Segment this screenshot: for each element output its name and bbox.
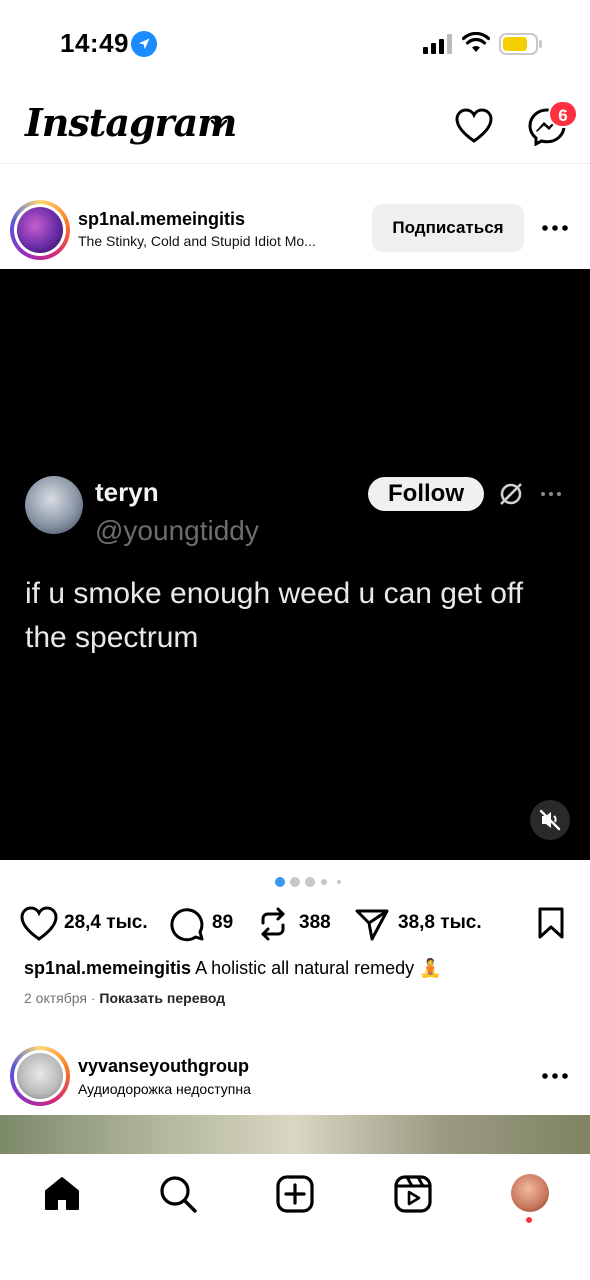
grok-icon [500, 483, 522, 505]
profile-notification-dot [526, 1217, 532, 1223]
likes-count[interactable]: 28,4 тыс. [64, 912, 148, 934]
tweet-handle: @youngtiddy [95, 515, 259, 546]
post-caption: sp1nal.memeingitis A holistic all natura… [24, 958, 574, 979]
post-meta: 2 октября · Показать перевод [24, 990, 225, 1006]
post-header: sp1nal.memeingitis The Stinky, Cold and … [0, 192, 590, 268]
post-subtitle[interactable]: The Stinky, Cold and Stupid Idiot Mo... [78, 233, 358, 249]
tweet-follow-label: Follow [368, 477, 484, 511]
avatar-2 [17, 1053, 63, 1099]
caption-text: A holistic all natural remedy 🧘 [195, 958, 442, 978]
follow-button[interactable]: Подписаться [372, 204, 524, 252]
status-bar: 14:49 [0, 0, 590, 90]
post-date: 2 октября [24, 990, 87, 1006]
battery-icon [499, 33, 542, 55]
post-actions: 28,4 тыс. 89 388 38,8 тыс. [0, 900, 590, 948]
mute-button[interactable] [530, 800, 570, 840]
notifications-badge: 6 [548, 100, 578, 128]
search-icon[interactable] [158, 1174, 198, 1214]
carousel-dot [337, 880, 341, 884]
bookmark-icon[interactable] [537, 906, 565, 940]
comment-icon[interactable] [169, 906, 205, 942]
wifi-icon [462, 32, 490, 52]
meta-separator: · [90, 990, 96, 1006]
instagram-logo[interactable]: Instagram [25, 100, 237, 145]
show-translation-link[interactable]: Показать перевод [99, 990, 225, 1006]
notifications-heart-icon[interactable] [455, 108, 493, 144]
status-time: 14:49 [60, 28, 129, 58]
story-ring[interactable] [10, 200, 70, 260]
tweet-name: teryn [95, 477, 159, 507]
post2-audio-label[interactable]: Аудиодорожка недоступна [78, 1081, 251, 1097]
carousel-dot [305, 877, 315, 887]
carousel-dot [321, 879, 327, 885]
post-media[interactable]: teryn @youngtiddy Follow if u smoke enou… [0, 269, 590, 860]
home-icon[interactable] [42, 1174, 82, 1214]
signal-icon [423, 34, 452, 54]
more-options-icon[interactable] [542, 224, 568, 232]
profile-avatar[interactable] [511, 1174, 549, 1212]
post2-username[interactable]: vyvanseyouthgroup [78, 1056, 249, 1077]
shares-count[interactable]: 38,8 тыс. [398, 912, 482, 934]
share-send-icon[interactable] [354, 906, 390, 942]
muted-speaker-icon [539, 809, 561, 831]
caption-username[interactable]: sp1nal.memeingitis [24, 958, 191, 978]
post-username[interactable]: sp1nal.memeingitis [78, 209, 245, 230]
comments-count[interactable]: 89 [212, 912, 233, 934]
like-heart-icon[interactable] [20, 906, 58, 942]
repost-icon[interactable] [257, 906, 289, 942]
app-header: Instagram [0, 90, 590, 164]
reposts-count[interactable]: 388 [299, 912, 331, 934]
post2-header: vyvanseyouthgroup Аудиодорожка недоступн… [0, 1044, 590, 1110]
bottom-nav [0, 1154, 590, 1280]
more-options-icon-2[interactable] [542, 1072, 568, 1080]
create-icon[interactable] [275, 1174, 315, 1214]
tweet-avatar [25, 476, 83, 534]
tweet-text: if u smoke enough weed u can get off the… [25, 577, 524, 654]
story-ring-2[interactable] [10, 1046, 70, 1106]
carousel-dot [290, 877, 300, 887]
tweet-more-icon [541, 492, 561, 496]
chevron-down-icon[interactable] [210, 119, 228, 131]
avatar [17, 207, 63, 253]
location-arrow-icon [131, 31, 157, 57]
carousel-dot-active [275, 877, 285, 887]
reels-icon[interactable] [393, 1174, 433, 1214]
